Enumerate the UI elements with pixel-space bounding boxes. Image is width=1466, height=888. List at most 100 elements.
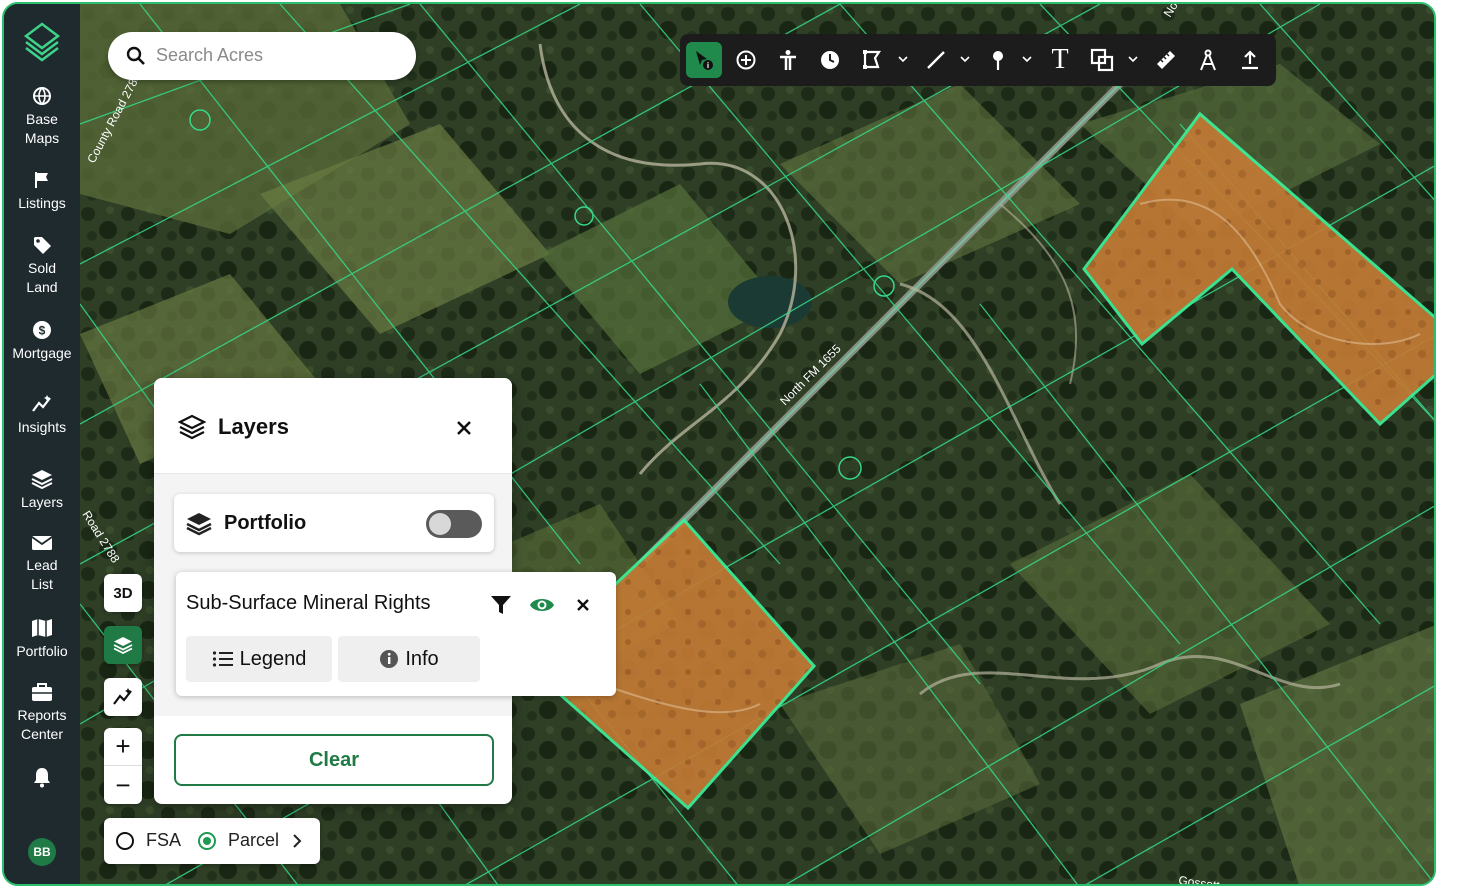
search-icon [126,46,145,65]
compass-icon [1200,49,1216,71]
sidebar-item-label: Reports Center [17,707,67,742]
layers-icon [186,513,212,536]
remove-layer-icon[interactable] [576,598,590,612]
sidebar-item-base-maps[interactable]: Base Maps [4,86,80,148]
flag-icon [35,172,48,188]
avatar[interactable]: BB [28,838,56,866]
history-tool[interactable] [812,42,848,78]
svg-text:i: i [707,61,709,70]
legend-button[interactable]: Legend [186,636,332,682]
sidebar-item-label: Listings [18,195,66,211]
upload-tool[interactable] [1232,42,1268,78]
briefcase-icon [32,683,52,701]
chevron-right-icon[interactable] [292,833,302,849]
sidebar-item-reports-center[interactable]: Reports Center [4,682,80,744]
sidebar-item-label: Mortgage [12,345,72,361]
insights-control-button[interactable] [104,678,142,716]
list-icon [212,651,233,667]
portfolio-toggle[interactable] [426,510,482,538]
clear-button[interactable]: Clear [174,734,494,786]
sidebar-item-label: Portfolio [16,643,68,659]
sidebar-item-layers[interactable]: Layers [4,469,80,512]
layers-icon [113,637,133,654]
upload-icon [1242,50,1258,70]
polygon-flag-icon [863,50,882,69]
clock-icon [821,51,839,69]
text-icon: T [1051,44,1069,75]
layer-name: Sub-Surface Mineral Rights [186,592,431,614]
portfolio-layer-card: Portfolio [174,494,494,552]
search-bar[interactable]: Search Acres [108,32,416,80]
boundary-toggle: FSA Parcel [104,818,320,864]
app-frame: County Road 2788 North FM 1655 Road 2788… [2,2,1436,886]
toggle-knob [429,513,451,535]
zoom-out-button[interactable]: − [104,766,142,804]
shape-tool[interactable] [1084,42,1120,78]
fsa-label: FSA [146,830,182,850]
sidebar-item-label: Lead List [26,557,58,592]
dollar-icon: $ [33,321,51,339]
sidebar-item-insights[interactable]: Insights [4,394,80,437]
info-icon [380,650,399,668]
shape-icon [1090,48,1114,72]
logo-icon[interactable] [24,22,60,62]
text-tool[interactable]: T [1042,42,1078,78]
sidebar: Base Maps Listings Sold Land $ Mortgage … [4,4,80,884]
line-tool[interactable] [918,42,954,78]
layers-icon [178,414,206,440]
sidebar-item-lead-list[interactable]: Lead List [4,534,80,594]
measure-tool[interactable] [1148,42,1184,78]
layers-panel: Layers Portfolio Sub-Surface Mineral Rig… [154,378,616,804]
select-info-icon: i [696,51,713,70]
sidebar-item-mortgage[interactable]: $ Mortgage [4,320,80,363]
person-tool[interactable] [770,42,806,78]
parcel-radio[interactable] [198,832,216,850]
active-layer-card: Sub-Surface Mineral Rights Legend Info [176,572,616,696]
fsa-radio[interactable] [116,832,134,850]
line-icon [927,51,945,69]
bell-icon [34,768,50,788]
sparkle-chart-icon [113,688,132,705]
chevron-down-icon[interactable] [1128,54,1138,64]
globe-icon [33,87,51,105]
notifications-button[interactable] [4,766,80,792]
sidebar-item-listings[interactable]: Listings [4,170,80,213]
filter-icon[interactable] [490,594,512,616]
sidebar-item-label: Insights [17,419,67,435]
layers-control-button[interactable] [104,626,142,664]
mail-icon [31,536,53,550]
close-icon[interactable] [456,420,472,436]
layers-panel-header: Layers [154,378,512,474]
layers-icon [31,470,53,489]
pin-tool[interactable] [980,42,1016,78]
drawing-toolbar: i T [680,34,1276,86]
eye-icon[interactable] [528,594,556,616]
sidebar-item-sold-land[interactable]: Sold Land [4,235,80,297]
sidebar-item-label: Base Maps [24,111,60,146]
sidebar-item-label: Layers [20,494,64,510]
portfolio-label: Portfolio [224,512,307,534]
polygon-tool[interactable] [854,42,890,78]
add-circle-icon [736,50,756,70]
toggle-3d-button[interactable]: 3D [104,574,142,612]
pin-icon [993,51,1003,70]
add-point-tool[interactable] [728,42,764,78]
zoom-in-button[interactable]: + [104,728,142,766]
person-icon [780,50,796,70]
svg-text:$: $ [39,324,46,338]
sparkle-chart-icon [32,395,51,412]
map-icon [32,619,52,637]
parcel-label: Parcel [228,830,280,850]
chevron-down-icon[interactable] [1022,54,1032,64]
ruler-icon [1157,51,1175,69]
sidebar-item-label: Sold Land [26,260,58,295]
chevron-down-icon[interactable] [898,54,908,64]
select-info-tool[interactable]: i [686,42,722,78]
info-button[interactable]: Info [338,636,480,682]
info-label: Info [405,647,439,670]
chevron-down-icon[interactable] [960,54,970,64]
sidebar-item-portfolio[interactable]: Portfolio [4,618,80,661]
panel-title: Layers [218,414,289,439]
search-input[interactable]: Search Acres [156,45,263,66]
compass-tool[interactable] [1190,42,1226,78]
